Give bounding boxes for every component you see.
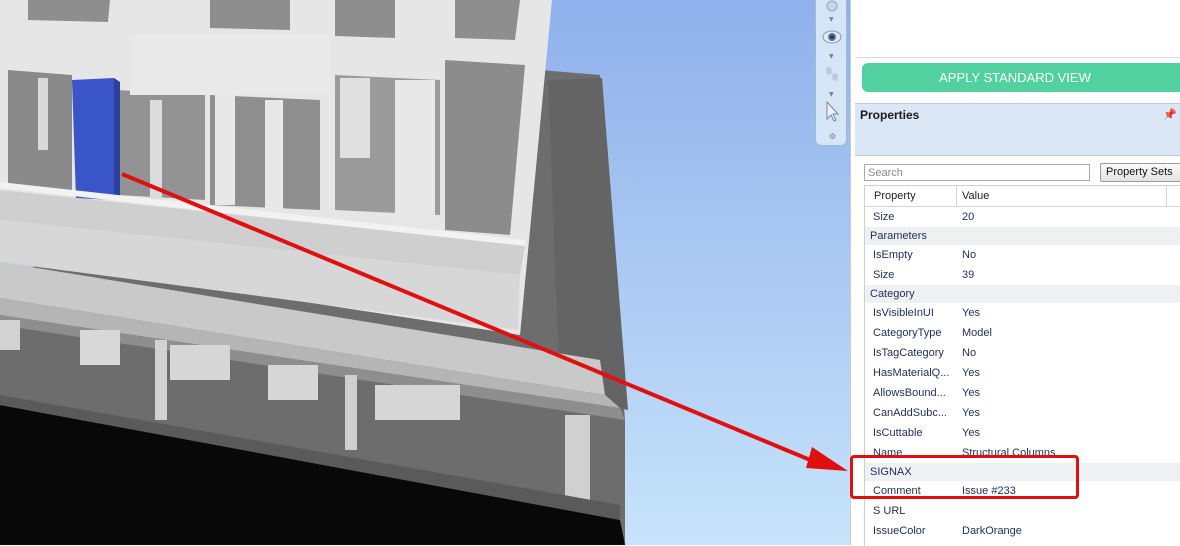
chevron-down-icon[interactable]: ▼ xyxy=(829,92,834,98)
walk-icon[interactable] xyxy=(821,63,843,85)
table-row[interactable]: HasMaterialQ... Yes xyxy=(865,363,1180,383)
property-name: Size xyxy=(873,211,895,223)
pin-icon[interactable]: 📌 xyxy=(1163,108,1177,121)
category-label: Parameters xyxy=(870,230,927,242)
category-header-category[interactable]: Category xyxy=(865,285,1180,303)
top-panel-area xyxy=(855,0,1180,58)
column-separator[interactable] xyxy=(1166,186,1167,206)
navigation-bar: ▼ ▼ ▼ ⚙ xyxy=(815,0,847,146)
table-row[interactable]: CanAddSubc... Yes xyxy=(865,403,1180,423)
property-name: IsVisibleInUI xyxy=(873,307,934,319)
property-value: Yes xyxy=(962,427,980,439)
table-row[interactable]: CategoryType Model xyxy=(865,323,1180,343)
property-name: Name xyxy=(873,447,903,459)
look-around-icon[interactable] xyxy=(821,26,843,48)
search-input[interactable] xyxy=(864,164,1090,181)
options-icon[interactable]: ⚙ xyxy=(829,133,836,141)
property-value: No xyxy=(962,249,977,261)
property-name: AllowsBound... xyxy=(873,387,946,399)
table-row[interactable]: Size 20 xyxy=(865,207,1180,227)
category-label: SIGNAX xyxy=(870,466,912,478)
property-value: 39 xyxy=(962,269,975,281)
property-value: Yes xyxy=(962,367,980,379)
property-value: Issue #233 xyxy=(962,485,1016,497)
apply-standard-view-label: APPLY STANDARD VIEW xyxy=(939,70,1091,85)
table-row[interactable]: S URL xyxy=(865,501,1180,521)
property-value: 20 xyxy=(962,211,975,223)
3d-viewport[interactable] xyxy=(0,0,850,545)
property-name: Size xyxy=(873,269,895,281)
table-row[interactable]: IsTagCategory No xyxy=(865,343,1180,363)
property-value: Yes xyxy=(962,407,980,419)
category-header-parameters[interactable]: Parameters xyxy=(865,227,1180,245)
property-grid: Property Value Size 20 Parameters IsEmpt… xyxy=(864,185,1180,546)
table-row[interactable]: IsVisibleInUI Yes xyxy=(865,303,1180,323)
grid-header: Property Value xyxy=(865,186,1180,207)
property-value: Model xyxy=(962,327,992,339)
property-value: Yes xyxy=(962,307,980,319)
table-row[interactable]: Size 39 xyxy=(865,265,1180,285)
property-name: HasMaterialQ... xyxy=(873,367,950,379)
property-name: IsEmpty xyxy=(873,249,913,261)
category-label: Category xyxy=(870,288,915,300)
chevron-down-icon[interactable]: ▼ xyxy=(829,17,834,23)
properties-header: Properties 📌 xyxy=(855,103,1180,128)
property-name: CategoryType xyxy=(873,327,942,339)
column-header-value[interactable]: Value xyxy=(962,190,989,202)
property-name: S URL xyxy=(873,505,906,517)
properties-panel: APPLY STANDARD VIEW Properties 📌 Propert… xyxy=(850,0,1180,546)
column-header-property[interactable]: Property xyxy=(874,190,916,202)
table-row[interactable]: AllowsBound... Yes xyxy=(865,383,1180,403)
building-model[interactable] xyxy=(0,0,850,545)
properties-title: Properties xyxy=(860,108,920,122)
properties-toolbar xyxy=(855,127,1180,156)
table-row[interactable]: IsCuttable Yes xyxy=(865,423,1180,443)
property-name: Comment xyxy=(873,485,921,497)
property-name: IsCuttable xyxy=(873,427,923,439)
property-value: DarkOrange xyxy=(962,525,1022,537)
column-separator[interactable] xyxy=(956,186,957,206)
table-row[interactable]: Comment Issue #233 xyxy=(865,481,1180,501)
property-name: IsTagCategory xyxy=(873,347,944,359)
chevron-down-icon[interactable]: ▼ xyxy=(829,54,834,60)
table-row[interactable]: IsEmpty No xyxy=(865,245,1180,265)
property-value: Structural Columns xyxy=(962,447,1056,459)
property-name: IssueColor xyxy=(873,525,926,537)
property-value: Yes xyxy=(962,387,980,399)
property-value: No xyxy=(962,347,977,359)
select-arrow-icon[interactable] xyxy=(821,100,843,122)
category-header-signax[interactable]: SIGNAX xyxy=(865,463,1180,481)
property-sets-button[interactable]: Property Sets xyxy=(1100,163,1180,182)
apply-standard-view-button[interactable]: APPLY STANDARD VIEW xyxy=(862,63,1180,92)
table-row[interactable]: IssueColor DarkOrange xyxy=(865,521,1180,541)
property-name: CanAddSubc... xyxy=(873,407,947,419)
table-row[interactable]: Name Structural Columns xyxy=(865,443,1180,463)
